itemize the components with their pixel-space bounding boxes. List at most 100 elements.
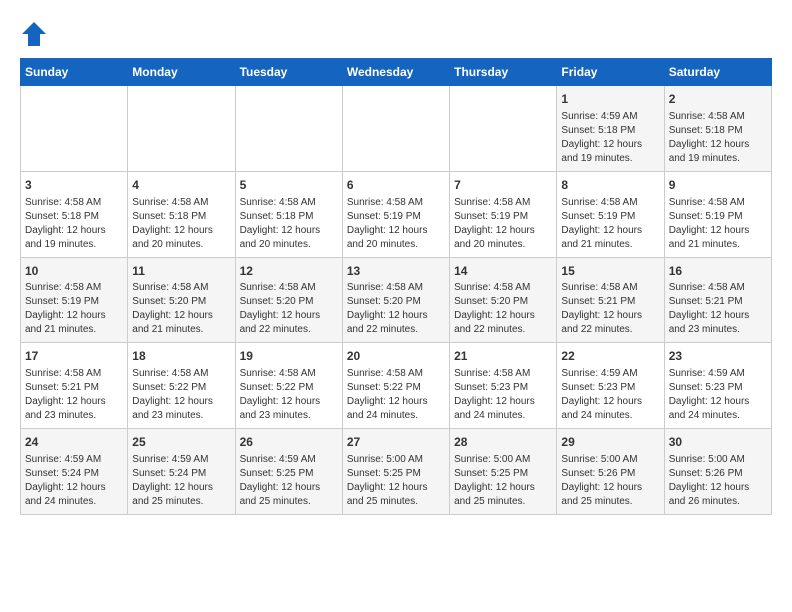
- day-number: 18: [132, 348, 230, 365]
- day-number: 9: [669, 177, 767, 194]
- day-number: 11: [132, 263, 230, 280]
- day-number: 14: [454, 263, 552, 280]
- day-number: 8: [561, 177, 659, 194]
- calendar-cell: 18 Sunrise: 4:58 AM Sunset: 5:22 PM Dayli…: [128, 343, 235, 429]
- logo: [20, 20, 52, 48]
- day-number: 24: [25, 434, 123, 451]
- calendar-cell: 19 Sunrise: 4:58 AM Sunset: 5:22 PM Dayli…: [235, 343, 342, 429]
- calendar-cell: 9 Sunrise: 4:58 AM Sunset: 5:19 PM Daylig…: [664, 171, 771, 257]
- day-info: Sunrise: 4:58 AM Sunset: 5:20 PM Dayligh…: [454, 281, 552, 337]
- day-info: Sunrise: 5:00 AM Sunset: 5:26 PM Dayligh…: [561, 453, 659, 509]
- day-number: 19: [240, 348, 338, 365]
- day-info: Sunrise: 5:00 AM Sunset: 5:26 PM Dayligh…: [669, 453, 767, 509]
- calendar-header: SundayMondayTuesdayWednesdayThursdayFrid…: [21, 59, 772, 86]
- day-number: 12: [240, 263, 338, 280]
- calendar-cell: 12Sunrise: 4:58 AM Sunset: 5:20 PM Dayli…: [235, 257, 342, 343]
- day-info: Sunrise: 4:58 AM Sunset: 5:19 PM Dayligh…: [347, 196, 445, 252]
- calendar-cell: 2Sunrise: 4:58 AM Sunset: 5:18 PM Daylig…: [664, 86, 771, 172]
- day-info: Sunrise: 4:58 AM Sunset: 5:21 PM Dayligh…: [561, 281, 659, 337]
- day-info: Sunrise: 4:58 AM Sunset: 5:21 PM Dayligh…: [25, 367, 123, 423]
- calendar-week-row: 3Sunrise: 4:58 AM Sunset: 5:18 PM Daylig…: [21, 171, 772, 257]
- logo-icon: [20, 20, 48, 48]
- day-number: 15: [561, 263, 659, 280]
- day-info: Sunrise: 4:58 AM Sunset: 5:18 PM Dayligh…: [132, 196, 230, 252]
- calendar-cell: 21 Sunrise: 4:58 AM Sunset: 5:23 PM Dayli…: [450, 343, 557, 429]
- day-number: 2: [669, 91, 767, 108]
- day-of-week-header: Friday: [557, 59, 664, 86]
- day-info: Sunrise: 5:00 AM Sunset: 5:25 PM Dayligh…: [347, 453, 445, 509]
- calendar-cell: 16Sunrise: 4:58 AM Sunset: 5:21 PM Dayli…: [664, 257, 771, 343]
- day-number: 26: [240, 434, 338, 451]
- calendar-cell: 10Sunrise: 4:58 AM Sunset: 5:19 PM Dayli…: [21, 257, 128, 343]
- calendar-week-row: 17Sunrise: 4:58 AM Sunset: 5:21 PM Dayli…: [21, 343, 772, 429]
- calendar-week-row: 24 Sunrise: 4:59 AM Sunset: 5:24 PM Dayli…: [21, 429, 772, 515]
- day-info: Sunrise: 4:58 AM Sunset: 5:22 PM Dayligh…: [132, 367, 230, 423]
- calendar-cell: 14Sunrise: 4:58 AM Sunset: 5:20 PM Dayli…: [450, 257, 557, 343]
- calendar-cell: [450, 86, 557, 172]
- day-of-week-header: Monday: [128, 59, 235, 86]
- calendar-cell: 24 Sunrise: 4:59 AM Sunset: 5:24 PM Dayli…: [21, 429, 128, 515]
- day-info: Sunrise: 4:58 AM Sunset: 5:19 PM Dayligh…: [454, 196, 552, 252]
- calendar-week-row: 1Sunrise: 4:59 AM Sunset: 5:18 PM Daylig…: [21, 86, 772, 172]
- day-info: Sunrise: 4:58 AM Sunset: 5:19 PM Dayligh…: [25, 281, 123, 337]
- calendar-week-row: 10Sunrise: 4:58 AM Sunset: 5:19 PM Dayli…: [21, 257, 772, 343]
- calendar-cell: [342, 86, 449, 172]
- calendar-cell: 17Sunrise: 4:58 AM Sunset: 5:21 PM Dayli…: [21, 343, 128, 429]
- calendar-cell: [128, 86, 235, 172]
- calendar-cell: 6 Sunrise: 4:58 AM Sunset: 5:19 PM Daylig…: [342, 171, 449, 257]
- day-info: Sunrise: 4:59 AM Sunset: 5:24 PM Dayligh…: [25, 453, 123, 509]
- calendar-cell: 4Sunrise: 4:58 AM Sunset: 5:18 PM Daylig…: [128, 171, 235, 257]
- page-header: [20, 20, 772, 48]
- day-number: 27: [347, 434, 445, 451]
- calendar-cell: 15Sunrise: 4:58 AM Sunset: 5:21 PM Dayli…: [557, 257, 664, 343]
- day-number: 22: [561, 348, 659, 365]
- day-number: 5: [240, 177, 338, 194]
- day-info: Sunrise: 4:59 AM Sunset: 5:24 PM Dayligh…: [132, 453, 230, 509]
- calendar-cell: 25Sunrise: 4:59 AM Sunset: 5:24 PM Dayli…: [128, 429, 235, 515]
- day-info: Sunrise: 4:58 AM Sunset: 5:20 PM Dayligh…: [347, 281, 445, 337]
- day-number: 30: [669, 434, 767, 451]
- day-info: Sunrise: 4:58 AM Sunset: 5:22 PM Dayligh…: [240, 367, 338, 423]
- day-info: Sunrise: 4:59 AM Sunset: 5:23 PM Dayligh…: [669, 367, 767, 423]
- calendar-cell: 13Sunrise: 4:58 AM Sunset: 5:20 PM Dayli…: [342, 257, 449, 343]
- day-of-week-header: Tuesday: [235, 59, 342, 86]
- day-number: 10: [25, 263, 123, 280]
- calendar-cell: 28 Sunrise: 5:00 AM Sunset: 5:25 PM Dayli…: [450, 429, 557, 515]
- day-number: 13: [347, 263, 445, 280]
- calendar-cell: 11Sunrise: 4:58 AM Sunset: 5:20 PM Dayli…: [128, 257, 235, 343]
- calendar-cell: 30 Sunrise: 5:00 AM Sunset: 5:26 PM Dayli…: [664, 429, 771, 515]
- day-number: 20: [347, 348, 445, 365]
- calendar-cell: [235, 86, 342, 172]
- calendar-table: SundayMondayTuesdayWednesdayThursdayFrid…: [20, 58, 772, 515]
- calendar-cell: 23 Sunrise: 4:59 AM Sunset: 5:23 PM Dayli…: [664, 343, 771, 429]
- day-number: 6: [347, 177, 445, 194]
- day-number: 16: [669, 263, 767, 280]
- day-number: 21: [454, 348, 552, 365]
- day-of-week-header: Wednesday: [342, 59, 449, 86]
- calendar-cell: 5Sunrise: 4:58 AM Sunset: 5:18 PM Daylig…: [235, 171, 342, 257]
- day-info: Sunrise: 4:58 AM Sunset: 5:19 PM Dayligh…: [669, 196, 767, 252]
- day-info: Sunrise: 5:00 AM Sunset: 5:25 PM Dayligh…: [454, 453, 552, 509]
- day-info: Sunrise: 4:59 AM Sunset: 5:25 PM Dayligh…: [240, 453, 338, 509]
- calendar-cell: 20Sunrise: 4:58 AM Sunset: 5:22 PM Dayli…: [342, 343, 449, 429]
- calendar-cell: 26 Sunrise: 4:59 AM Sunset: 5:25 PM Dayli…: [235, 429, 342, 515]
- day-of-week-header: Sunday: [21, 59, 128, 86]
- day-info: Sunrise: 4:59 AM Sunset: 5:23 PM Dayligh…: [561, 367, 659, 423]
- day-number: 7: [454, 177, 552, 194]
- day-info: Sunrise: 4:58 AM Sunset: 5:18 PM Dayligh…: [25, 196, 123, 252]
- day-info: Sunrise: 4:58 AM Sunset: 5:20 PM Dayligh…: [240, 281, 338, 337]
- day-number: 23: [669, 348, 767, 365]
- calendar-cell: 29 Sunrise: 5:00 AM Sunset: 5:26 PM Dayli…: [557, 429, 664, 515]
- calendar-cell: 1Sunrise: 4:59 AM Sunset: 5:18 PM Daylig…: [557, 86, 664, 172]
- calendar-cell: 8 Sunrise: 4:58 AM Sunset: 5:19 PM Daylig…: [557, 171, 664, 257]
- calendar-cell: 3Sunrise: 4:58 AM Sunset: 5:18 PM Daylig…: [21, 171, 128, 257]
- day-number: 28: [454, 434, 552, 451]
- day-of-week-header: Thursday: [450, 59, 557, 86]
- day-of-week-header: Saturday: [664, 59, 771, 86]
- day-info: Sunrise: 4:59 AM Sunset: 5:18 PM Dayligh…: [561, 110, 659, 166]
- calendar-cell: 27 Sunrise: 5:00 AM Sunset: 5:25 PM Dayli…: [342, 429, 449, 515]
- day-info: Sunrise: 4:58 AM Sunset: 5:21 PM Dayligh…: [669, 281, 767, 337]
- day-info: Sunrise: 4:58 AM Sunset: 5:23 PM Dayligh…: [454, 367, 552, 423]
- day-info: Sunrise: 4:58 AM Sunset: 5:19 PM Dayligh…: [561, 196, 659, 252]
- day-number: 29: [561, 434, 659, 451]
